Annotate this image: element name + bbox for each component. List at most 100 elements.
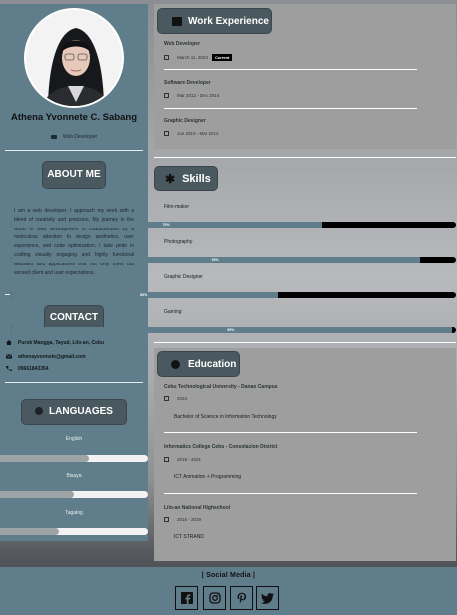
education-heading-label: Education <box>188 358 237 370</box>
job-title: Graphic Designer <box>164 118 206 124</box>
instagram-link[interactable] <box>203 586 226 610</box>
about-text: I am a web developer. I approach my work… <box>14 208 134 276</box>
school-year-text: 2015 - 2019 <box>177 517 202 522</box>
school-year: 2019 - 2021 <box>164 457 201 462</box>
globe-icon <box>35 407 44 415</box>
facebook-icon <box>180 592 193 604</box>
work-heading-label: Work Experience <box>188 15 269 27</box>
job-title: Web Developer <box>164 41 201 47</box>
divider <box>5 150 143 151</box>
calendar-icon <box>164 396 169 401</box>
pinterest-icon <box>237 592 246 604</box>
divider <box>164 108 417 109</box>
skill-percent: 70% <box>162 223 170 227</box>
language-label: Tagalog <box>65 510 83 516</box>
sidebar: Athena Yvonnete C. Sabang Web Developer … <box>0 4 148 541</box>
job-date: Mar 2012 - Dec 2014 <box>164 93 219 98</box>
job-date-text: Mar 2012 - Dec 2014 <box>177 93 220 98</box>
language-bar <box>0 528 148 535</box>
language-bar-fill <box>0 491 74 498</box>
language-label: Bisaya <box>66 473 82 479</box>
profile-role-label: Web Developer <box>62 134 98 140</box>
course-name: Bachelor of Science in Information Techn… <box>174 414 277 420</box>
job-date: March 11, 2023 Current <box>164 54 233 61</box>
certificate-icon <box>171 359 180 369</box>
skill-percent: 60% <box>140 293 148 297</box>
work-heading: Work Experience <box>157 8 272 34</box>
calendar-icon <box>164 93 169 98</box>
asterisk-icon: ✱ <box>165 171 176 186</box>
profile-photo <box>26 10 122 106</box>
skills-heading-label: Skills <box>182 172 211 185</box>
skill-bar: 70% <box>10 222 456 228</box>
school-name: Cebu Technological University - Danao Ca… <box>164 384 278 390</box>
skill-percent: 99% <box>227 328 235 332</box>
languages-heading-label: LANGUAGES <box>49 406 113 417</box>
divider <box>5 382 143 383</box>
contact-email[interactable]: athenayvonnete@gmail.com <box>6 354 86 360</box>
skills-heading: ✱ Skills <box>154 166 218 191</box>
twitter-icon <box>261 592 274 604</box>
job-date-text: March 11, 2023 <box>177 55 208 60</box>
divider <box>164 493 417 494</box>
language-bar-fill <box>0 455 89 462</box>
language-bar <box>0 491 148 498</box>
skill-name: Gaming <box>164 309 182 315</box>
current-badge: Current <box>211 54 233 61</box>
course-name: ICT Animation + Programming <box>174 474 242 480</box>
contact-address-text: Purok Mangga, Tayud, Lilo-an, Cebu <box>18 340 105 346</box>
contact-phone-text: 09661843354 <box>18 366 49 372</box>
school-name: Lilo-an National Highschool <box>164 505 231 511</box>
skill-name: Photography <box>164 239 193 245</box>
avatar <box>24 8 124 108</box>
divider <box>164 69 417 70</box>
skill-bar-fill: 70% <box>10 222 323 228</box>
job-title: Software Developer <box>164 80 211 86</box>
job-date: Jun 2010 - Mar 2012 <box>164 131 219 136</box>
twitter-link[interactable] <box>256 586 279 610</box>
work-experience-card: Work Experience Web Developer March 11, … <box>154 4 456 149</box>
skill-name: Film-maker <box>164 204 189 210</box>
skill-bar: 92% <box>10 257 456 263</box>
pinterest-link[interactable] <box>230 586 253 610</box>
course-name: ICT STRAND <box>174 534 204 540</box>
school-year: 2015 - 2019 <box>164 517 201 522</box>
language-label: English <box>65 436 83 442</box>
calendar-icon <box>164 55 169 60</box>
contact-phone[interactable]: 09661843354 <box>6 366 49 372</box>
facebook-link[interactable] <box>175 586 198 610</box>
skill-bar: 99% <box>10 327 456 333</box>
school-year-text: 2019 - 2021 <box>177 457 202 462</box>
profile-role: Web Developer <box>0 134 148 140</box>
skill-bar-fill: 60% <box>10 292 278 298</box>
envelope-icon <box>6 354 12 359</box>
education-card: Education Cebu Technological University … <box>154 348 456 561</box>
divider <box>154 157 456 158</box>
job-date-text: Jun 2010 - Mar 2012 <box>177 131 219 136</box>
phone-icon <box>6 366 12 372</box>
skill-name: Graphic Designer <box>164 274 203 280</box>
contact-address: Purok Mangga, Tayud, Lilo-an, Cebu <box>6 340 104 346</box>
education-heading: Education <box>157 351 240 377</box>
home-icon <box>6 340 12 346</box>
school-name: Informatics College Cebu - Consolacion D… <box>164 444 278 450</box>
social-media-title: | Social Media | <box>201 572 256 579</box>
skill-bar: 60% <box>10 292 456 298</box>
divider <box>154 342 456 343</box>
calendar-icon <box>164 457 169 462</box>
profile-name: Athena Yvonnete C. Sabang <box>11 112 137 123</box>
contact-email-text: athenayvonnete@gmail.com <box>18 354 86 360</box>
briefcase-icon <box>172 16 182 26</box>
languages-heading: LANGUAGES <box>21 399 127 425</box>
skill-percent: 92% <box>211 258 219 262</box>
footer: | Social Media | <box>0 567 457 615</box>
divider <box>164 432 417 433</box>
about-heading: ABOUT ME <box>42 161 106 189</box>
skill-bar-fill: 92% <box>10 257 421 263</box>
school-year: 2023 <box>164 396 187 401</box>
calendar-icon <box>164 517 169 522</box>
instagram-icon <box>208 592 221 604</box>
skill-bar-fill: 99% <box>10 327 452 333</box>
language-bar <box>0 455 148 462</box>
language-bar-fill <box>0 528 60 535</box>
